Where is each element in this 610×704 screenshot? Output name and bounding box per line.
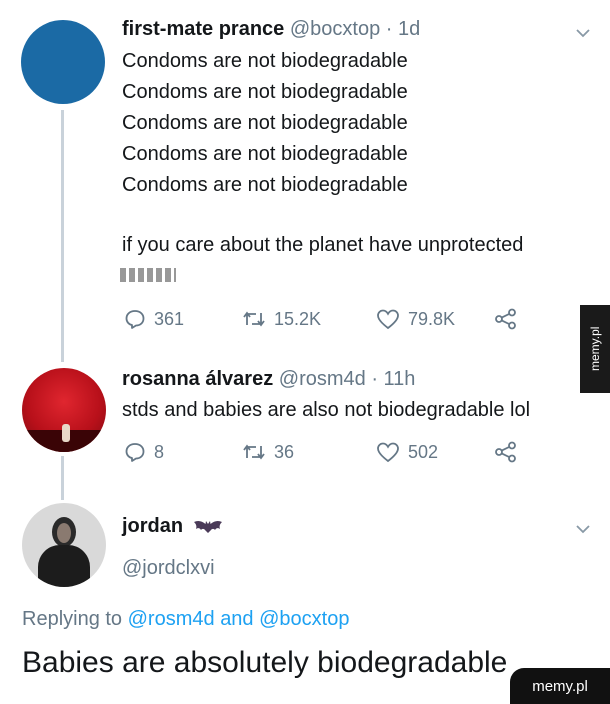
tweet-header: rosanna álvarez @rosm4d · 11h xyxy=(122,368,415,391)
avatar-person-face xyxy=(57,523,71,543)
like-button[interactable]: 502 xyxy=(376,441,494,463)
mention-link[interactable]: @bocxtop xyxy=(259,608,349,630)
and-text: and xyxy=(220,608,254,630)
tweet-header: first-mate prance @bocxtop · 1d xyxy=(122,18,420,41)
like-button[interactable]: 79.8K xyxy=(376,308,494,330)
tweet-actions: 361 15.2K 79.8K xyxy=(124,308,526,330)
share-icon xyxy=(495,308,516,330)
tweet-actions: 8 36 502 xyxy=(124,441,526,463)
thread-line xyxy=(61,456,64,500)
avatar[interactable] xyxy=(21,20,105,104)
avatar[interactable] xyxy=(22,503,106,587)
replying-to: Replying to @rosm4d and @bocxtop xyxy=(22,608,349,631)
tweet-text-line: Condoms are not biodegradable xyxy=(122,50,408,72)
retweet-button[interactable]: 36 xyxy=(242,442,376,463)
reply-icon xyxy=(125,310,145,329)
side-watermark: memy.pl xyxy=(580,305,610,393)
avatar-person-body xyxy=(38,545,90,587)
reply-icon xyxy=(125,443,145,462)
mention-link[interactable]: @rosm4d xyxy=(128,608,215,630)
share-button[interactable] xyxy=(494,308,526,330)
tweet-header: jordan xyxy=(122,515,223,538)
avatar-figure xyxy=(62,424,70,442)
share-icon xyxy=(495,441,516,463)
display-name[interactable]: jordan xyxy=(122,515,183,537)
like-count: 79.8K xyxy=(408,308,456,329)
reply-count: 361 xyxy=(154,308,185,329)
retweet-icon xyxy=(243,444,265,460)
retweet-button[interactable]: 15.2K xyxy=(242,309,376,330)
display-name[interactable]: rosanna álvarez xyxy=(122,368,273,390)
tweet-text: stds and babies are also not biodegradab… xyxy=(122,399,531,421)
handle[interactable]: @jordclxvi xyxy=(122,557,215,580)
reply-count: 8 xyxy=(154,441,165,462)
chevron-down-icon[interactable] xyxy=(574,520,592,538)
like-count: 502 xyxy=(408,441,439,462)
tweet-text-line: if you care about the planet have unprot… xyxy=(122,234,524,256)
reply-button[interactable]: 361 xyxy=(124,308,242,330)
retweet-icon xyxy=(243,311,265,327)
handle-time[interactable]: @rosm4d · 11h xyxy=(279,368,416,390)
share-button[interactable] xyxy=(494,441,526,463)
handle-time[interactable]: @bocxtop · 1d xyxy=(290,18,420,40)
retweet-count: 36 xyxy=(274,441,295,462)
handle-text[interactable]: @jordclxvi xyxy=(122,557,215,579)
tweet-text-line: Condoms are not biodegradable xyxy=(122,143,408,165)
corner-watermark: memy.pl xyxy=(510,668,610,704)
thread-line xyxy=(61,110,64,362)
chevron-down-icon[interactable] xyxy=(574,24,592,42)
replying-prefix: Replying to xyxy=(22,608,123,630)
tweet-text-line: Condoms are not biodegradable xyxy=(122,112,408,134)
tweet-text-line: Condoms are not biodegradable xyxy=(122,174,408,196)
display-name[interactable]: first-mate prance xyxy=(122,18,284,40)
retweet-count: 15.2K xyxy=(274,308,322,329)
bat-emoji-icon xyxy=(193,520,222,533)
redacted-word xyxy=(120,268,176,282)
heart-icon xyxy=(377,309,399,330)
avatar[interactable] xyxy=(22,368,106,452)
main-tweet-text: Babies are absolutely biodegradable xyxy=(22,646,508,679)
reply-button[interactable]: 8 xyxy=(124,441,242,463)
tweet-text-line: Condoms are not biodegradable xyxy=(122,81,408,103)
heart-icon xyxy=(377,442,399,463)
